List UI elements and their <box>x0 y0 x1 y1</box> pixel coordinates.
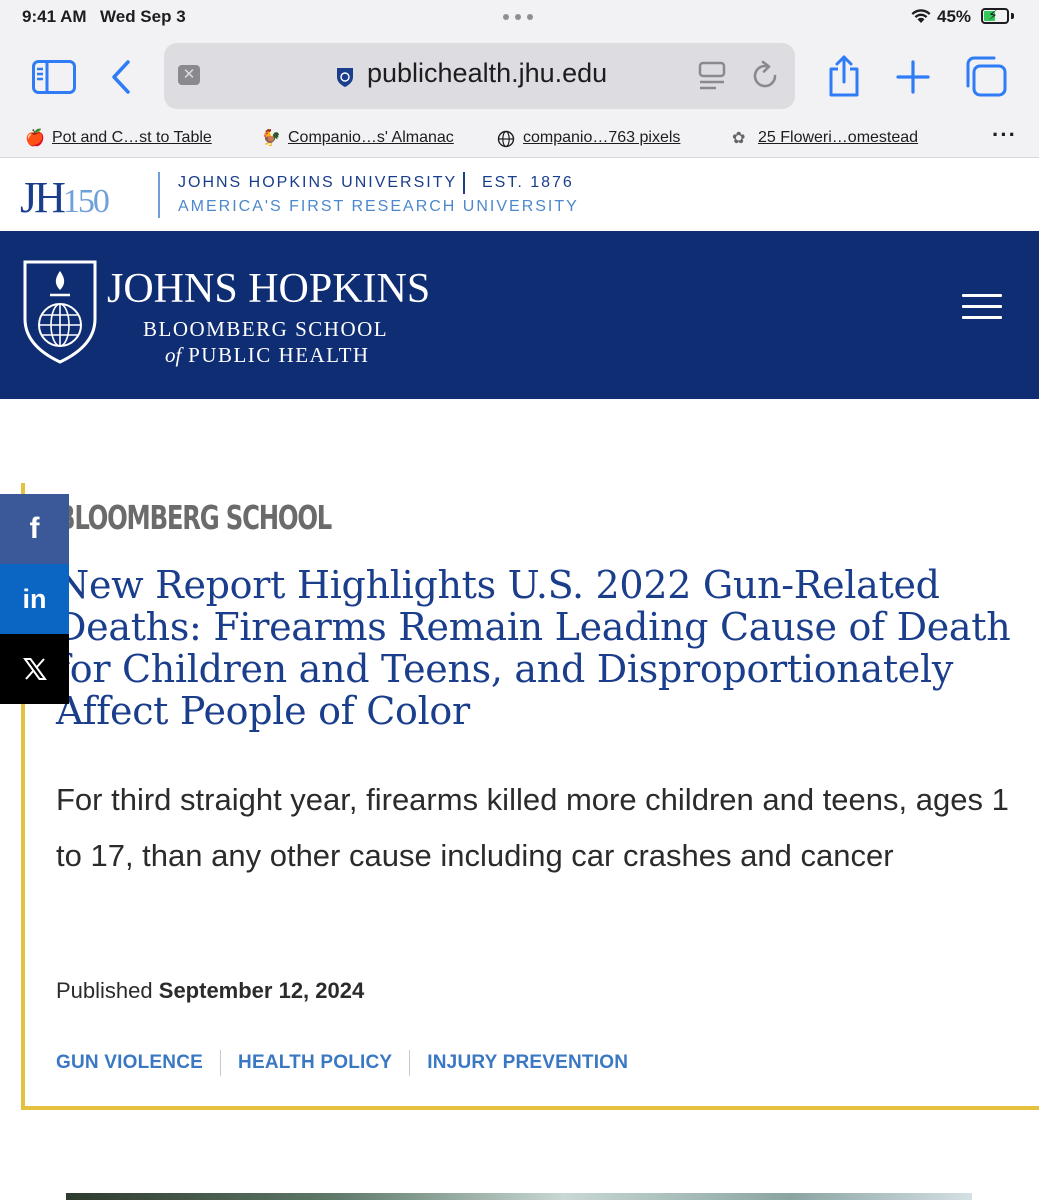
url-text: publichealth.jhu.edu <box>367 58 608 88</box>
jh150-logo: JH150 <box>20 173 110 222</box>
x-icon <box>22 658 47 680</box>
status-date: Wed Sep 3 <box>100 7 186 26</box>
linkedin-icon: in <box>22 583 47 614</box>
bookmark-companion-pixels[interactable]: companio…763 pixels <box>523 129 680 147</box>
facebook-icon: f <box>29 512 40 545</box>
article-eyebrow[interactable]: BLOOMBERG SCHOOL <box>57 498 332 537</box>
tag-gun-violence[interactable]: GUN VIOLENCE <box>56 1052 203 1074</box>
new-tab-icon[interactable] <box>896 60 930 94</box>
tag-injury-prevention[interactable]: INJURY PREVENTION <box>427 1052 628 1074</box>
site-shield-icon <box>337 68 353 87</box>
wifi-icon <box>911 9 931 23</box>
tabs-overview-icon[interactable] <box>964 56 1008 98</box>
status-time: 9:41 AM <box>22 7 87 26</box>
university-name: JOHNS HOPKINS UNIVERSITY <box>178 174 458 191</box>
address-bar[interactable]: ✕ publichealth.jhu.edu <box>164 43 795 109</box>
published-date: Published September 12, 2024 <box>56 978 365 1003</box>
linkedin-share-button[interactable]: in <box>0 564 69 634</box>
bookmarks-bar: 🍎 Pot and C…st to Table 🐓 Companio…s' Al… <box>0 120 1039 158</box>
apple-icon: 🍎 <box>25 130 45 147</box>
article-headline: New Report Highlights U.S. 2022 Gun-Rela… <box>56 563 1011 733</box>
close-tab-icon[interactable]: ✕ <box>178 65 200 85</box>
article-subhead: For third straight year, firearms killed… <box>56 782 1009 873</box>
site-subtitle-line2: of PUBLIC HEALTH <box>165 343 370 367</box>
battery-percent: 45% <box>937 7 972 26</box>
jhu-crest-icon[interactable] <box>22 257 98 365</box>
battery-icon: ⚡ <box>981 7 1009 24</box>
status-bar: 9:41 AM Wed Sep 3 45% ⚡ <box>0 0 1039 34</box>
more-icon[interactable]: ··· <box>992 122 1017 148</box>
share-icon[interactable] <box>826 54 862 98</box>
established-year: EST. 1876 <box>482 174 574 191</box>
multitasking-dots[interactable] <box>503 14 533 20</box>
tag-health-policy[interactable]: HEALTH POLICY <box>238 1052 392 1074</box>
jhu-banner[interactable]: JH150 JOHNS HOPKINS UNIVERSITY EST. 1876… <box>0 158 1039 231</box>
back-chevron-icon[interactable] <box>110 60 132 94</box>
site-title[interactable]: JOHNS HOPKINS <box>107 265 430 313</box>
university-tagline: AMERICA'S FIRST RESEARCH UNIVERSITY <box>178 198 579 215</box>
reader-icon[interactable] <box>698 61 726 91</box>
reload-icon[interactable] <box>750 60 780 92</box>
facebook-share-button[interactable]: f <box>0 494 69 564</box>
rooster-icon: 🐓 <box>261 130 281 147</box>
bookmark-pot-and-table[interactable]: Pot and C…st to Table <box>52 129 212 147</box>
bookmark-almanac[interactable]: Companio…s' Almanac <box>288 129 454 147</box>
flower-icon: ✿ <box>732 130 746 147</box>
social-share-bar: f in <box>0 494 69 704</box>
bookmark-flowering-homestead[interactable]: 25 Floweri…omestead <box>758 129 918 147</box>
site-subtitle-line1: BLOOMBERG SCHOOL <box>143 317 389 341</box>
globe-icon <box>497 130 515 148</box>
x-share-button[interactable] <box>0 634 69 704</box>
site-header: JOHNS HOPKINS BLOOMBERG SCHOOL of PUBLIC… <box>0 231 1039 399</box>
sidebar-icon[interactable] <box>32 60 76 94</box>
hero-image <box>66 1193 972 1200</box>
menu-icon[interactable] <box>962 294 1002 320</box>
topic-tags: GUN VIOLENCE HEALTH POLICY INJURY PREVEN… <box>56 1050 628 1076</box>
browser-toolbar: ✕ publichealth.jhu.edu <box>0 34 1039 120</box>
